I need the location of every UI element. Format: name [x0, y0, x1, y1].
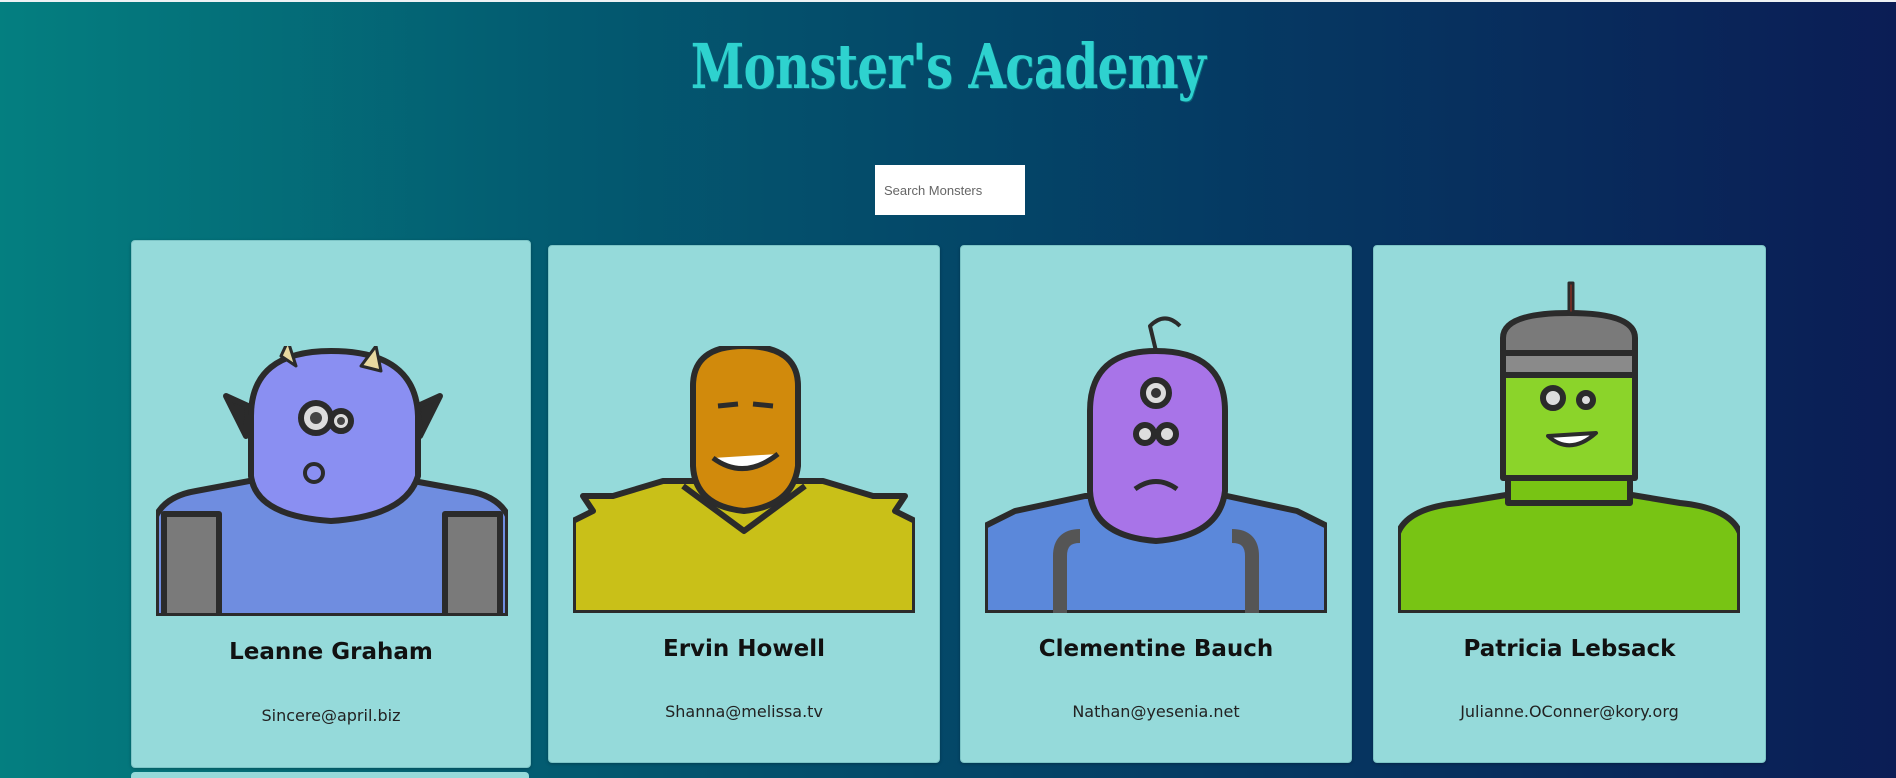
next-row-card-edge	[131, 772, 529, 778]
monster-card[interactable]: Patricia Lebsack Julianne.OConner@kory.o…	[1373, 245, 1766, 763]
monster-email: Shanna@melissa.tv	[665, 702, 823, 721]
monster-email: Sincere@april.biz	[261, 706, 401, 725]
purple-cyclops-monster-icon	[985, 316, 1327, 613]
blue-horned-monster-icon	[156, 346, 508, 616]
monster-card[interactable]: Ervin Howell Shanna@melissa.tv	[548, 245, 940, 763]
green-robot-monster-icon	[1398, 281, 1740, 613]
monster-card[interactable]: Leanne Graham Sincere@april.biz	[131, 240, 531, 768]
top-border	[0, 0, 1896, 2]
monster-name: Ervin Howell	[663, 636, 825, 662]
monster-email: Nathan@yesenia.net	[1072, 702, 1240, 721]
monster-name: Clementine Bauch	[1038, 636, 1274, 662]
monster-name: Patricia Lebsack	[1463, 636, 1676, 662]
monster-email: Julianne.OConner@kory.org	[1460, 702, 1679, 721]
page-title: Monster's Academy	[690, 30, 1206, 103]
search-input[interactable]	[875, 165, 1025, 215]
orange-spiky-monster-icon	[573, 346, 915, 613]
monster-name: Leanne Graham	[229, 639, 433, 665]
monster-card[interactable]: Clementine Bauch Nathan@yesenia.net	[960, 245, 1352, 763]
